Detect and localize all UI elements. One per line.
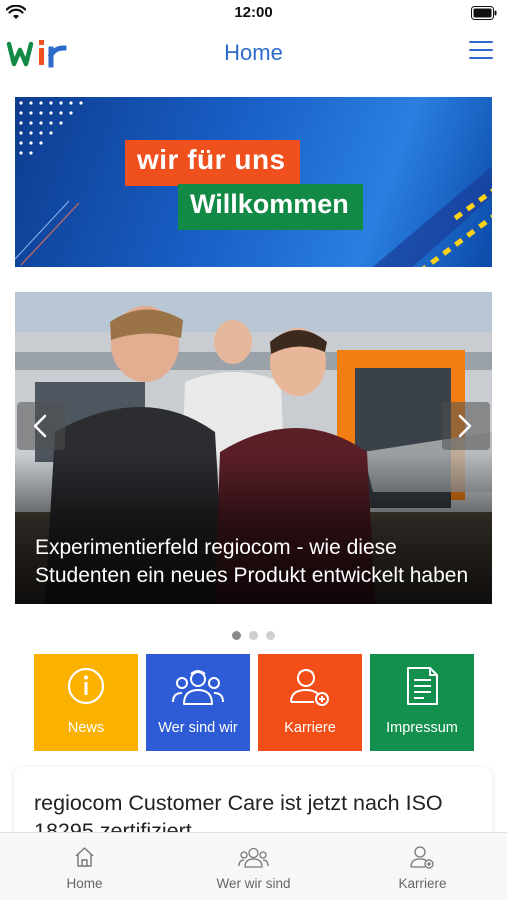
carousel-dot[interactable] [232,631,241,640]
news-carousel[interactable]: Experimentierfeld regiocom - wie diese S… [15,292,492,604]
app-header: Home [0,28,507,78]
team-icon [238,847,269,868]
tab-wer-wir-sind[interactable]: Wer wir sind [169,833,338,900]
tab-label: Home [66,876,103,891]
banner-line-decoration [15,200,80,266]
tile-news[interactable]: News [34,654,138,751]
carousel-next-button[interactable] [442,402,490,450]
tab-karriere[interactable]: Karriere [338,833,507,900]
career-icon [290,669,329,706]
banner-headline: wir für uns [125,140,300,186]
home-icon [75,847,94,867]
document-icon [407,667,438,705]
carousel-prev-button[interactable] [17,402,65,450]
tile-impressum[interactable]: Impressum [370,654,474,751]
career-icon [410,846,434,869]
battery-icon [471,6,497,20]
carousel-dot[interactable] [249,631,258,640]
tile-label: Karriere [284,720,336,736]
tile-karriere[interactable]: Karriere [258,654,362,751]
page-title: Home [224,40,283,65]
info-icon [67,667,105,705]
status-time: 12:00 [234,4,273,21]
carousel-dot[interactable] [266,631,275,640]
hamburger-menu-icon[interactable] [469,41,493,61]
status-bar: 12:00 [0,0,507,28]
tab-home[interactable]: Home [0,833,169,900]
tile-label: Wer sind wir [158,720,238,736]
team-icon [172,670,224,705]
tile-wer-sind-wir[interactable]: Wer sind wir [146,654,250,751]
chevron-left-icon [33,414,47,438]
carousel-pagination [0,627,507,640]
tile-label: News [67,720,105,736]
carousel-caption[interactable]: Experimentierfeld regiocom - wie diese S… [35,534,476,590]
tab-label: Karriere [398,876,447,891]
banner-subheadline: Willkommen [178,184,363,230]
tab-label: Wer wir sind [216,876,291,891]
welcome-banner[interactable]: wir für uns Willkommen [15,97,492,267]
banner-dot-pattern [19,101,83,155]
tile-label: Impressum [386,720,458,736]
chevron-right-icon [458,414,472,438]
bottom-tab-bar: Home Wer wir sind Karriere [0,832,507,900]
quick-links: News Wer sind wir Karriere Impressum [34,654,474,751]
